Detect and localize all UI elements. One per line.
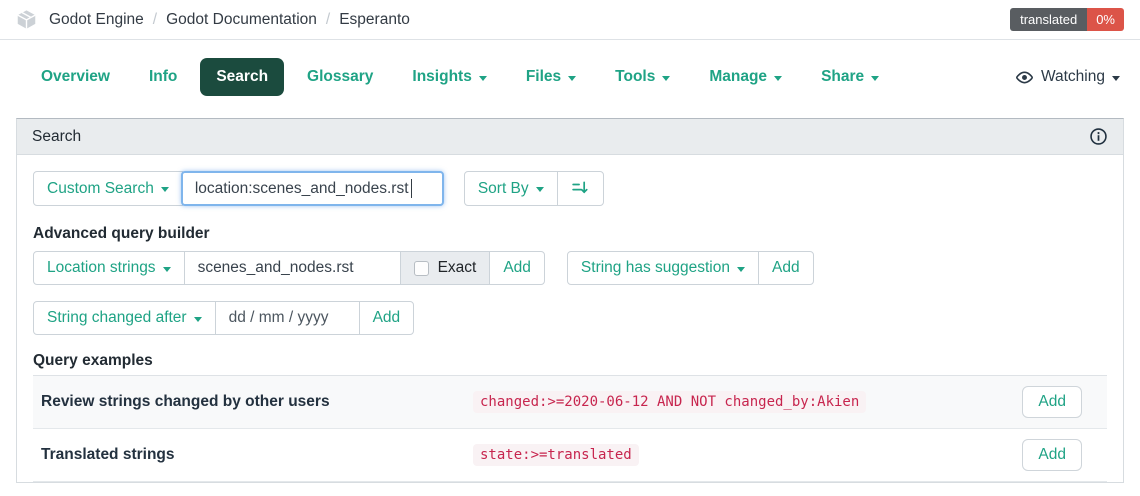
chevron-down-icon	[536, 187, 544, 192]
chevron-down-icon	[479, 76, 487, 81]
panel-title: Search	[32, 128, 81, 146]
add-changed-after-filter-button[interactable]: Add	[359, 301, 415, 335]
breadcrumb-separator: /	[153, 11, 157, 29]
panel-header: Search	[17, 119, 1123, 155]
builder-heading: Advanced query builder	[33, 225, 1107, 242]
tab-search[interactable]: Search	[200, 58, 284, 96]
chevron-down-icon	[161, 187, 169, 192]
table-row: Translated strings state:>=translated Ad…	[33, 429, 1107, 482]
main-nav: Overview Info Search Glossary Insights F…	[0, 40, 1140, 96]
add-example-query-button[interactable]: Add	[1022, 386, 1082, 418]
chevron-down-icon	[774, 76, 782, 81]
watching-dropdown[interactable]: Watching	[1015, 68, 1124, 87]
example-query: state:>=translated	[473, 446, 1022, 464]
chevron-down-icon	[194, 317, 202, 322]
string-has-suggestion-dropdown[interactable]: String has suggestion	[567, 251, 759, 285]
tab-overview[interactable]: Overview	[25, 58, 126, 96]
builder-row-1: Location strings Exact Add String has su…	[33, 251, 1107, 285]
example-name: Review strings changed by other users	[41, 393, 473, 411]
exact-label: Exact	[438, 259, 477, 277]
search-input-group: Custom Search location:scenes_and_nodes.…	[33, 171, 444, 206]
chevron-down-icon	[662, 76, 670, 81]
chevron-down-icon	[737, 267, 745, 272]
tab-manage[interactable]: Manage	[693, 58, 798, 96]
badge-label: translated	[1010, 8, 1087, 31]
chevron-down-icon	[568, 76, 576, 81]
table-row: Review strings changed by other users ch…	[33, 376, 1107, 429]
info-circle-icon[interactable]	[1089, 127, 1108, 146]
chevron-down-icon	[163, 267, 171, 272]
sort-group: Sort By	[464, 171, 604, 206]
query-examples-table: Review strings changed by other users ch…	[33, 375, 1107, 482]
query-examples-heading: Query examples	[33, 352, 1107, 369]
example-query: changed:>=2020-06-12 AND NOT changed_by:…	[473, 393, 1022, 411]
string-changed-after-dropdown[interactable]: String changed after	[33, 301, 216, 335]
changed-after-date-input[interactable]	[215, 301, 360, 335]
chevron-down-icon	[1112, 76, 1120, 81]
location-strings-input[interactable]	[184, 251, 401, 285]
top-bar: Godot Engine / Godot Documentation / Esp…	[0, 0, 1140, 40]
watching-label: Watching	[1041, 68, 1105, 86]
tab-glossary[interactable]: Glossary	[291, 58, 389, 96]
builder-row-2: String changed after Add	[33, 301, 1107, 335]
sort-amount-icon	[571, 179, 590, 198]
exact-checkbox[interactable]	[414, 261, 429, 276]
breadcrumb-link-language[interactable]: Esperanto	[339, 11, 410, 29]
example-name: Translated strings	[41, 446, 473, 464]
add-example-query-button[interactable]: Add	[1022, 439, 1082, 471]
location-strings-dropdown[interactable]: Location strings	[33, 251, 185, 285]
exact-addon: Exact	[400, 251, 491, 285]
add-suggestion-filter-button[interactable]: Add	[758, 251, 814, 285]
badge-value: 0%	[1087, 8, 1124, 31]
tab-insights[interactable]: Insights	[396, 58, 502, 96]
sort-by-dropdown[interactable]: Sort By	[464, 171, 558, 206]
search-panel: Search Custom Search location:scenes_and…	[16, 118, 1124, 483]
tab-tools[interactable]: Tools	[599, 58, 686, 96]
sort-order-button[interactable]	[557, 171, 604, 206]
add-location-filter-button[interactable]: Add	[489, 251, 545, 285]
translated-progress-badge: translated 0%	[1010, 8, 1124, 31]
tab-share[interactable]: Share	[805, 58, 895, 96]
breadcrumb-link-component[interactable]: Godot Documentation	[166, 11, 317, 29]
suggestion-group: String has suggestion Add	[567, 251, 814, 285]
breadcrumb-separator: /	[326, 11, 330, 29]
location-strings-group: Location strings Exact Add	[33, 251, 545, 285]
breadcrumb-link-project[interactable]: Godot Engine	[49, 11, 144, 29]
tab-files[interactable]: Files	[510, 58, 592, 96]
changed-after-group: String changed after Add	[33, 301, 414, 335]
search-query-input[interactable]: location:scenes_and_nodes.rst	[181, 171, 444, 206]
panel-body: Custom Search location:scenes_and_nodes.…	[17, 155, 1123, 482]
eye-icon	[1015, 68, 1034, 87]
tab-info[interactable]: Info	[133, 58, 193, 96]
package-icon	[16, 9, 37, 30]
query-code: state:>=translated	[473, 444, 639, 466]
query-code: changed:>=2020-06-12 AND NOT changed_by:…	[473, 391, 866, 413]
text-cursor	[411, 179, 413, 198]
search-toolbar: Custom Search location:scenes_and_nodes.…	[33, 171, 1107, 206]
custom-search-dropdown[interactable]: Custom Search	[33, 171, 183, 206]
chevron-down-icon	[871, 76, 879, 81]
breadcrumb: Godot Engine / Godot Documentation / Esp…	[16, 9, 410, 30]
